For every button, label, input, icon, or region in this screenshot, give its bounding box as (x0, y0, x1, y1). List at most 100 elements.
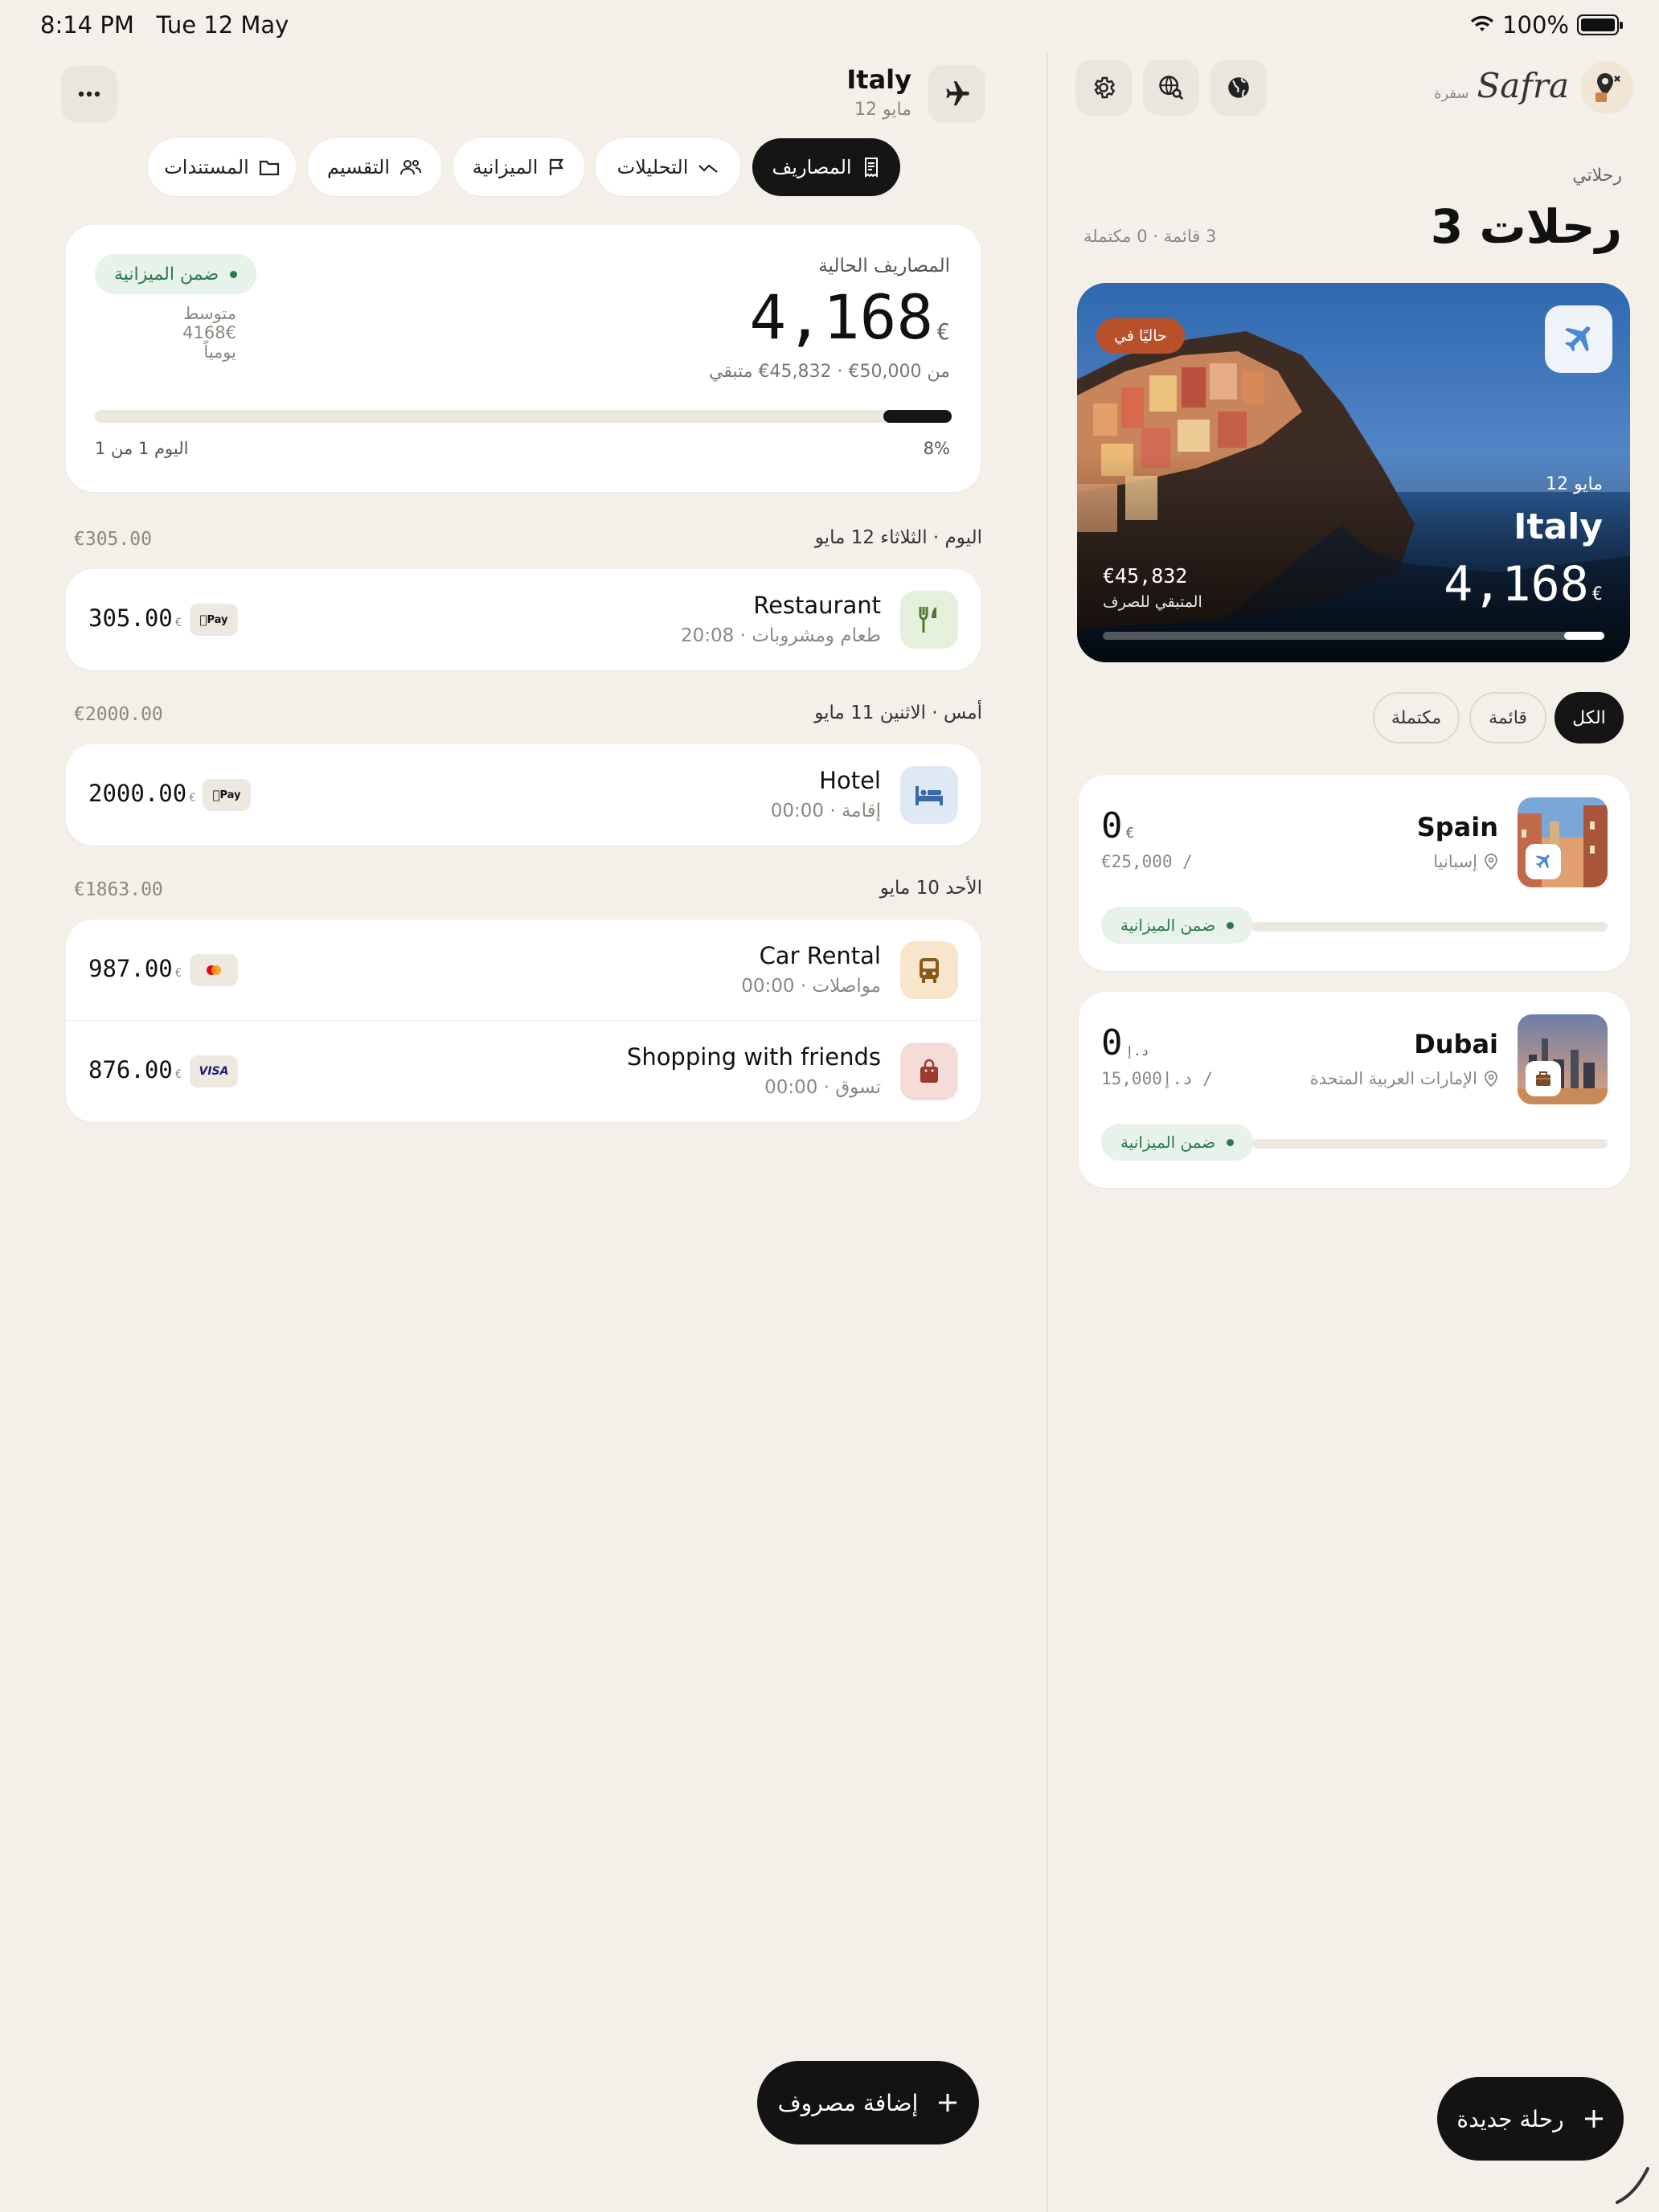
trip-location: إسبانيا (1433, 852, 1498, 871)
expense-row[interactable]: Hotel إقامة · 00:00 2000.00€ Pay (66, 744, 981, 846)
expense-amount: 305.00 € (88, 604, 182, 632)
featured-trip-amount: 4,168 € (1444, 556, 1603, 612)
map-pin-icon (1485, 854, 1497, 870)
expense-title: Car Rental (759, 942, 881, 969)
expense-amount: 876.00 € (88, 1056, 182, 1083)
suitcase-icon (1536, 1071, 1550, 1086)
daily-average-value: متوسط 4168€ (182, 304, 236, 342)
mastercard-icon (190, 954, 238, 986)
airplane-icon (1565, 326, 1591, 352)
group-header: أمس · الاثنين 11 مايو (814, 703, 982, 723)
fork-knife-icon (919, 607, 936, 633)
tab-analytics[interactable]: التحليلات (596, 138, 740, 196)
trips-stats: 3 قائمة · 0 مكتملة (1083, 227, 1217, 246)
tab-split[interactable]: التقسيم (308, 138, 441, 196)
status-badge: ضمن الميزانية (95, 254, 257, 294)
group-header: اليوم · الثلاثاء 12 مايو (814, 527, 982, 548)
category-icon-wrap (900, 591, 958, 649)
trip-card-dubai[interactable]: Dubai الإمارات العربية المتحدة 0 د.إ / د… (1079, 992, 1630, 1188)
trip-location-label: إسبانيا (1433, 852, 1477, 871)
trip-icon-button[interactable] (928, 65, 985, 123)
trip-name: Spain (1416, 812, 1498, 842)
tab-expenses[interactable]: المصاريف (752, 138, 900, 196)
settings-button[interactable] (1075, 59, 1132, 116)
expense-group-card: Car Rental مواصلات · 00:00 987.00 € Shopp… (66, 920, 981, 1122)
more-options-button[interactable] (61, 66, 117, 122)
add-expense-label: إضافة مصروف (777, 2089, 919, 2116)
new-trip-label: رحلة جديدة (1456, 2105, 1564, 2132)
trip-location-label: الإمارات العربية المتحدة (1309, 1069, 1477, 1088)
filter-completed[interactable]: مكتملة (1373, 692, 1460, 743)
filter-all[interactable]: الكل (1555, 692, 1624, 743)
add-expense-button[interactable]: إضافة مصروف (757, 2061, 979, 2144)
tab-budget-label: الميزانية (472, 156, 539, 178)
trip-amount-value: 0 (1101, 1022, 1123, 1063)
app-logo (1580, 61, 1633, 114)
trip-name: Dubai (1414, 1029, 1498, 1059)
budget-line: من 50,000€ · 45,832€ متبقي (708, 362, 950, 382)
expense-row[interactable]: Restaurant طعام ومشروبات · 20:08 305.00 €… (66, 569, 981, 670)
trip-type-badge (1526, 844, 1561, 879)
tab-budget[interactable]: الميزانية (453, 138, 584, 196)
app-name: Safra (1477, 66, 1569, 105)
tab-expenses-label: المصاريف (772, 156, 852, 178)
featured-trip-date: 12 مايو (1546, 474, 1603, 494)
expense-title: Restaurant (753, 592, 881, 619)
progress-percent: 8% (923, 439, 950, 458)
expense-row[interactable]: Shopping with friends تسوق · 00:00 876.0… (66, 1021, 981, 1122)
apple-pay-icon: Pay (203, 779, 251, 811)
category-icon-wrap (900, 1043, 958, 1100)
summary-amount-value: 4,168 (749, 281, 934, 353)
app-name-ar: سفرة (1433, 85, 1469, 102)
day-progress: اليوم 1 من 1 (95, 439, 189, 458)
filter-active[interactable]: قائمة (1469, 692, 1546, 743)
trip-card-spain[interactable]: Spain إسبانيا 0 € / €25,000 ضمن الميزاني… (1079, 775, 1630, 971)
ellipsis-icon (78, 91, 100, 97)
status-badge: ضمن الميزانية (1101, 907, 1254, 944)
status-badge-label: ضمن الميزانية (1120, 1133, 1216, 1152)
expense-subtitle: تسوق · 00:00 (764, 1077, 881, 1098)
trip-progress (1252, 922, 1608, 932)
trip-date: 12 مايو (854, 100, 911, 120)
globe-button[interactable] (1210, 59, 1267, 116)
trip-budget: / €25,000 (1101, 852, 1193, 871)
plus-icon (1584, 2110, 1603, 2128)
plus-icon (939, 2094, 957, 2112)
tab-documents-label: المستندات (164, 156, 249, 178)
bus-icon (920, 958, 939, 983)
status-bar: 8:14 PM Tue 12 May 100% (0, 0, 1659, 51)
tab-documents[interactable]: المستندات (148, 138, 296, 196)
summary-currency: € (936, 318, 950, 345)
featured-remaining-label: المتبقي للصرف (1103, 593, 1202, 611)
trip-currency: € (1125, 825, 1135, 842)
wifi-icon (1471, 15, 1494, 31)
featured-trip-card[interactable]: حاليًا في 12 مايو Italy 4,168 € €45,832 … (1077, 283, 1630, 662)
group-total: €1863.00 (74, 879, 163, 900)
trip-thumbnail (1518, 797, 1608, 887)
group-total: €305.00 (74, 529, 152, 550)
folder-icon (259, 160, 279, 176)
apple-pay-icon: Pay (190, 604, 238, 636)
search-globe-button[interactable] (1143, 59, 1199, 116)
resize-handle-icon[interactable] (1611, 2162, 1656, 2207)
trip-progress (1252, 1139, 1608, 1149)
trips-count-title: 3 رحلات (1430, 199, 1622, 254)
expense-row[interactable]: Car Rental مواصلات · 00:00 987.00 € (66, 920, 981, 1021)
group-header: الأحد 10 مايو (879, 878, 982, 899)
featured-progress (1103, 632, 1604, 640)
new-trip-button[interactable]: رحلة جديدة (1437, 2077, 1624, 2161)
featured-remaining: €45,832 (1103, 564, 1188, 588)
category-icon-wrap (900, 766, 958, 824)
expense-title: Hotel (819, 767, 881, 794)
trip-amount: 0 د.إ (1101, 1022, 1149, 1063)
shopping-bag-icon (920, 1059, 938, 1083)
trip-thumbnail (1518, 1014, 1608, 1104)
summary-amount: 4,168 € (749, 281, 950, 353)
bed-icon (916, 786, 943, 805)
app-brand: سفرة Safra (1434, 66, 1569, 105)
trip-type-badge (1526, 1061, 1561, 1096)
globe-icon (1228, 77, 1249, 98)
expense-amount: 2000.00 € (88, 780, 196, 807)
featured-trip-name: Italy (1514, 506, 1603, 547)
expense-group-card: Hotel إقامة · 00:00 2000.00€ Pay (66, 744, 981, 846)
